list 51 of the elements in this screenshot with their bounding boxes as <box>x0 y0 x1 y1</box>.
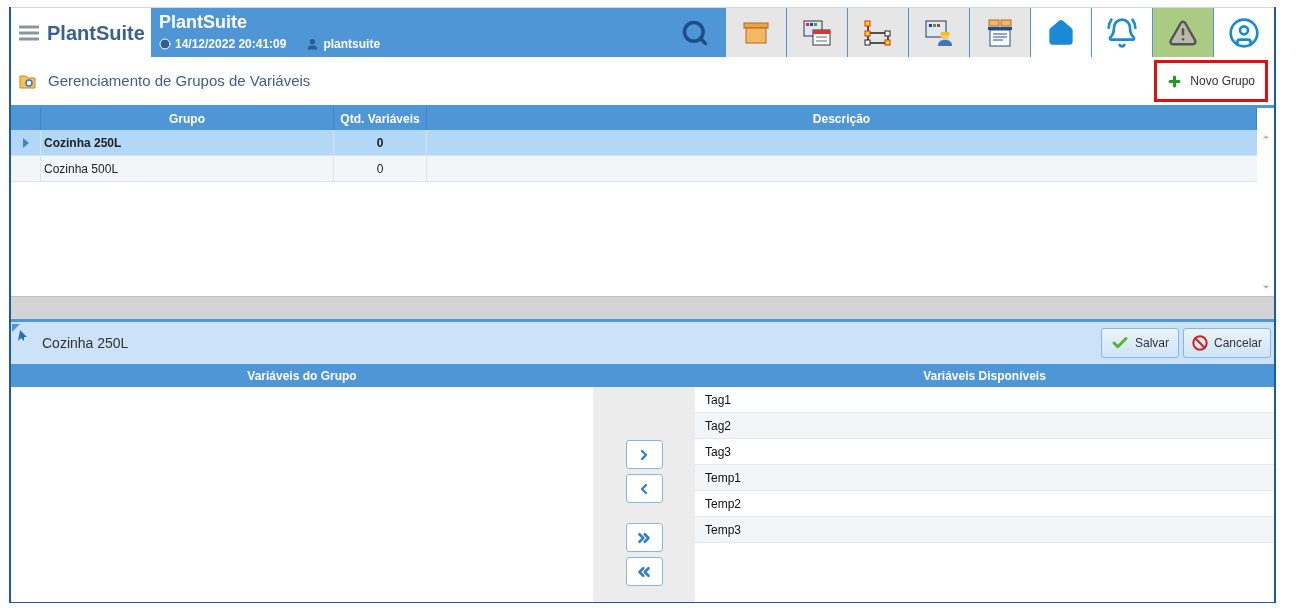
column-header: Variáveis Disponíveis <box>593 364 1274 387</box>
calendar-icon <box>803 19 831 46</box>
clock-icon <box>159 38 171 50</box>
new-group-button[interactable]: Novo Grupo <box>1154 60 1268 102</box>
toolbar-button[interactable] <box>908 8 969 57</box>
scroll-down-icon <box>1260 282 1271 292</box>
report-icon <box>987 18 1013 47</box>
search-icon <box>681 18 709 47</box>
move-left-button[interactable] <box>625 474 663 503</box>
bell-icon <box>1106 16 1138 49</box>
app-logo: PlantSuite <box>47 20 145 46</box>
move-all-left-button[interactable] <box>625 557 663 586</box>
cancel-button[interactable]: Cancelar <box>1182 328 1271 358</box>
table-cell: Cozinha 500L <box>41 156 334 181</box>
monitor-worker-icon <box>925 19 953 46</box>
home-icon <box>1047 18 1075 47</box>
table-cell: 0 <box>334 156 427 181</box>
user-icon <box>306 37 320 51</box>
user-menu-icon <box>1228 16 1260 49</box>
scroll-up-icon <box>1260 132 1271 142</box>
table-row[interactable]: Cozinha 500L 0 <box>11 156 1257 182</box>
move-all-right-button[interactable] <box>625 523 663 552</box>
table-row[interactable]: Cozinha 250L 0 <box>11 130 1257 156</box>
detail-title: Cozinha 250L <box>42 333 129 353</box>
row-pointer-icon <box>22 137 29 148</box>
plus-icon <box>1167 73 1183 89</box>
toolbar-button[interactable] <box>847 8 908 57</box>
toolbar-button[interactable] <box>969 8 1030 57</box>
username-text: plantsuite <box>323 36 381 53</box>
toolbar-button[interactable] <box>1152 8 1213 57</box>
toolbar-button[interactable] <box>786 8 847 57</box>
table-cell: Cozinha 250L <box>41 130 334 155</box>
menu-icon[interactable] <box>19 24 39 41</box>
table-cell: 0 <box>334 130 427 155</box>
column-header: Variáveis do Grupo <box>11 364 593 387</box>
list-item[interactable]: Temp1 <box>695 465 1274 491</box>
toolbar-button[interactable] <box>1091 8 1152 57</box>
datetime-text: 14/12/2022 20:41:09 <box>175 36 287 53</box>
diagram-icon <box>864 19 892 46</box>
list-item[interactable]: Temp3 <box>695 517 1274 543</box>
save-button[interactable]: Salvar <box>1100 328 1179 358</box>
list-item[interactable]: Tag2 <box>695 413 1274 439</box>
box-icon <box>743 21 769 44</box>
splitter-bar[interactable] <box>11 296 1274 322</box>
app-title: PlantSuite <box>159 12 248 32</box>
move-right-button[interactable] <box>625 440 663 469</box>
toolbar-button[interactable] <box>1030 8 1091 57</box>
page-title: Gerenciamento de Grupos de Variáveis <box>48 70 311 91</box>
folder-gear-icon <box>19 73 36 89</box>
cancel-icon <box>1191 335 1208 351</box>
toolbar-button[interactable] <box>1213 8 1274 57</box>
